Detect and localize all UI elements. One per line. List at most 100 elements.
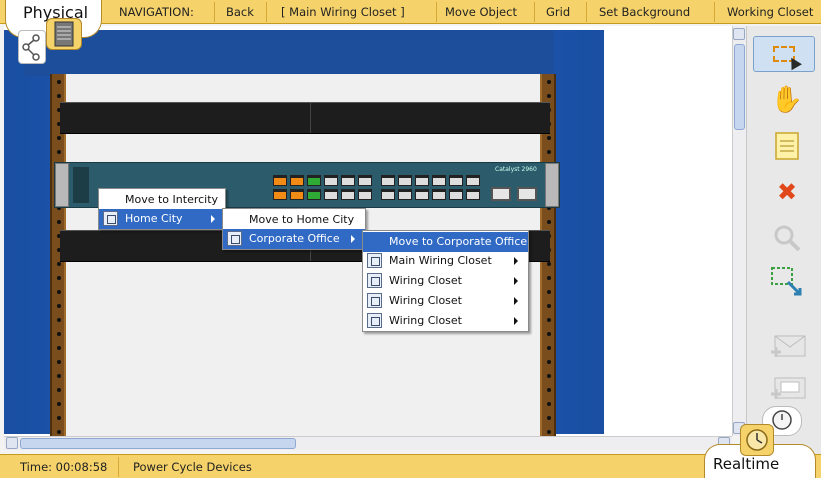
rack-hole [57, 374, 61, 378]
menu-item-corporate-office[interactable]: Corporate Office [223, 229, 365, 249]
navigation-label: NAVIGATION: [119, 5, 194, 19]
rack-hole [57, 416, 61, 420]
rack-hole [547, 430, 551, 434]
rack-hole [57, 346, 61, 350]
network-map-icon[interactable] [18, 30, 46, 64]
scroll-left-icon[interactable] [6, 437, 18, 449]
menu-item-wiring-closet[interactable]: Wiring Closet [363, 311, 528, 331]
vertical-scroll-thumb[interactable] [734, 44, 745, 130]
rack-hole [547, 374, 551, 378]
separator [214, 2, 215, 22]
menu-item-move-to-corporate-office[interactable]: Move to Corporate Office [363, 232, 528, 252]
rack-hole [547, 262, 551, 266]
add-complex-pdu-icon[interactable] [769, 374, 806, 406]
add-simple-pdu-icon[interactable] [769, 332, 806, 364]
rack-hole [547, 416, 551, 420]
rack-hole [57, 80, 61, 84]
rack-hole [547, 136, 551, 140]
note-icon[interactable] [769, 130, 805, 162]
menu-item-move-to-home-city[interactable]: Move to Home City [223, 210, 365, 230]
submenu-arrow-icon [514, 257, 518, 265]
bottom-status-bar: Time: 00:08:58 Power Cycle Devices [0, 454, 821, 478]
rack-hole [57, 94, 61, 98]
rack-hole [547, 360, 551, 364]
rack-hole [57, 220, 61, 224]
hand-icon[interactable]: ✋ [769, 84, 805, 116]
vertical-scrollbar[interactable] [732, 26, 746, 436]
rack-hole [547, 304, 551, 308]
submenu-arrow-icon [351, 235, 355, 243]
separator [534, 2, 535, 22]
rack-hole [57, 402, 61, 406]
move-object-button[interactable]: Move Object [445, 5, 517, 19]
menu-item-wiring-closet[interactable]: Wiring Closet [363, 271, 528, 291]
submenu-arrow-icon [514, 297, 518, 305]
grid-button[interactable]: Grid [546, 5, 570, 19]
context-menu-level2: Move to Home City Corporate Office [222, 208, 366, 250]
rack-hole [57, 332, 61, 336]
delete-icon[interactable]: ✖ [769, 176, 805, 208]
separator [436, 2, 437, 22]
rack-hole [547, 220, 551, 224]
rack-hole [57, 262, 61, 266]
background-header [24, 30, 554, 76]
rack-hole [547, 150, 551, 154]
menu-item-main-wiring-closet[interactable]: Main Wiring Closet [363, 251, 528, 271]
horizontal-scrollbar[interactable] [4, 436, 732, 450]
rack-hole [57, 290, 61, 294]
wiring-closet-icon [367, 313, 382, 328]
port-group [273, 175, 372, 200]
physical-workspace[interactable]: Catalyst 2960 Move to Intercity Home Cit… [4, 26, 732, 436]
rack-hole [547, 346, 551, 350]
rack-hole [57, 360, 61, 364]
rack-hole [547, 332, 551, 336]
context-menu-level1: Move to Intercity Home City [98, 188, 226, 230]
rack-hole [547, 80, 551, 84]
rack-hole [547, 318, 551, 322]
submenu-arrow-icon [514, 317, 518, 325]
switch-model-label: Catalyst 2960 [495, 166, 537, 173]
resize-icon[interactable] [769, 266, 805, 298]
scroll-up-icon[interactable] [733, 28, 745, 40]
set-background-button[interactable]: Set Background [599, 5, 690, 19]
realtime-mode-label: Realtime [713, 455, 780, 473]
wiring-closet-icon [367, 273, 382, 288]
separator [266, 2, 267, 22]
working-closet-button[interactable]: Working Closet [727, 5, 813, 19]
menu-item-move-to-intercity[interactable]: Move to Intercity [99, 190, 225, 210]
simulation-time: Time: 00:08:58 [20, 460, 108, 474]
port-group [381, 175, 480, 200]
horizontal-scroll-thumb[interactable] [20, 438, 296, 449]
uplink-port [517, 187, 537, 201]
inspect-icon[interactable] [769, 222, 805, 254]
rack-hole [547, 276, 551, 280]
rack-ear-right [545, 163, 559, 207]
clock-icon[interactable] [740, 424, 774, 456]
rack-hole [547, 94, 551, 98]
submenu-arrow-icon [211, 215, 215, 223]
power-cycle-devices-button[interactable]: Power Cycle Devices [133, 460, 252, 474]
rack-view-icon[interactable] [46, 18, 82, 50]
right-toolbar: ✋ ✖ [746, 26, 821, 456]
select-icon[interactable] [753, 36, 815, 72]
rack-hole [547, 402, 551, 406]
rack-hole [57, 276, 61, 280]
led-panel [73, 167, 89, 203]
rack-hole [57, 430, 61, 434]
current-location-button[interactable]: [ Main Wiring Closet ] [281, 5, 405, 19]
menu-item-wiring-closet[interactable]: Wiring Closet [363, 291, 528, 311]
rack-hole [57, 388, 61, 392]
back-button[interactable]: Back [226, 5, 254, 19]
rack-shelf [60, 102, 550, 134]
building-icon [227, 231, 242, 246]
separator [586, 2, 587, 22]
rack-hole [57, 304, 61, 308]
rack-hole [547, 388, 551, 392]
rack-ear-left [55, 163, 69, 207]
separator [714, 2, 715, 22]
submenu-arrow-icon [514, 277, 518, 285]
separator [118, 457, 119, 477]
menu-item-home-city[interactable]: Home City [99, 209, 225, 229]
rack-hole [57, 136, 61, 140]
wiring-closet-icon [367, 253, 382, 268]
